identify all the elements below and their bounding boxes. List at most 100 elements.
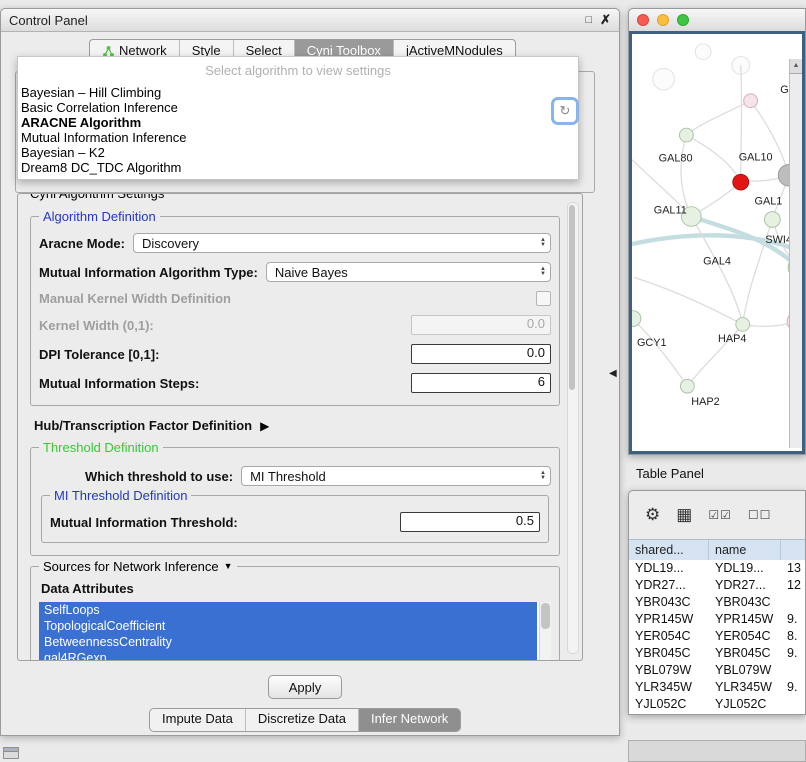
settings-scrollbar[interactable]	[567, 202, 579, 654]
network-edge[interactable]	[741, 65, 742, 182]
network-edge[interactable]	[633, 319, 687, 387]
tab-discretize-data[interactable]: Discretize Data	[246, 709, 359, 731]
network-edge[interactable]	[634, 277, 743, 324]
table-row[interactable]: YLR345WYLR345W9.	[629, 679, 805, 696]
table-cell: YLR345W	[709, 679, 781, 696]
hub-definition-expander[interactable]: Hub/Transcription Factor Definition ▶	[34, 418, 556, 433]
network-node[interactable]	[764, 212, 780, 228]
table-cell: 13	[781, 560, 805, 577]
network-node[interactable]	[736, 318, 750, 332]
mi-algorithm-type-select[interactable]: Naive Bayes ▲▼	[266, 262, 551, 282]
combo-arrows-icon: ▲▼	[534, 238, 546, 248]
columns-icon[interactable]: ▦	[676, 505, 692, 525]
tab-label: Discretize Data	[258, 711, 346, 726]
table-cell: YDR27...	[709, 577, 781, 594]
network-edge[interactable]	[751, 101, 790, 176]
combo-value: MI Threshold	[250, 469, 326, 484]
sources-group: Sources for Network Inference ▼ Data Att…	[30, 566, 560, 661]
table-row[interactable]: YJL052CYJL052C	[629, 696, 805, 713]
panel-collapse-arrow-icon[interactable]: ◀	[609, 368, 617, 379]
table-cell: 9.	[781, 679, 805, 696]
network-node-faint[interactable]	[653, 68, 675, 90]
network-node[interactable]	[632, 311, 641, 327]
table-toolbar: ⚙ ▦ ☑☑ ☐☐	[629, 491, 805, 539]
node-label: GAL1	[755, 196, 783, 208]
data-attribute-item[interactable]: SelfLoops	[39, 602, 537, 618]
mi-steps-input[interactable]: 6	[411, 373, 551, 393]
refresh-algorithms-button[interactable]: ↻	[551, 97, 579, 125]
table-row[interactable]: YER054CYER054C8.	[629, 628, 805, 645]
table-row[interactable]: YDL19...YDL19...13	[629, 560, 805, 577]
apply-button-label: Apply	[289, 680, 322, 695]
algorithm-option[interactable]: ARACNE Algorithm	[18, 115, 578, 130]
manual-kernel-width-checkbox[interactable]	[536, 291, 551, 306]
select-all-icon[interactable]: ☑☑	[708, 508, 732, 522]
column-header-shared-name[interactable]: shared...	[629, 540, 709, 561]
close-window-icon[interactable]: ✗	[600, 12, 611, 28]
deselect-all-icon[interactable]: ☐☐	[748, 508, 772, 522]
mi-threshold-definition-group: MI Threshold Definition Mutual Informati…	[41, 495, 549, 543]
algorithm-definition-title: Algorithm Definition	[39, 209, 160, 224]
table-cell: YER054C	[709, 628, 781, 645]
algorithm-option[interactable]: Bayesian – K2	[18, 145, 578, 160]
table-row[interactable]: YBL079WYBL079W	[629, 662, 805, 679]
close-button[interactable]	[637, 14, 649, 26]
table-cell: YER054C	[629, 628, 709, 645]
algorithm-option[interactable]: Dream8 DC_TDC Algorithm	[18, 160, 578, 175]
tab-label: Impute Data	[162, 711, 233, 726]
kernel-width-input[interactable]: 0.0	[411, 315, 551, 335]
table-row[interactable]: YDR27...YDR27...12	[629, 577, 805, 594]
node-label: GAL4	[703, 256, 731, 268]
network-canvas[interactable]: GALGAL80GAL10GAL11GAL1SWI4GAL4GCY1HAP4HA…	[629, 31, 805, 454]
which-threshold-select[interactable]: MI Threshold ▲▼	[241, 466, 551, 486]
table-row[interactable]: YBR043CYBR043C	[629, 594, 805, 611]
table-row[interactable]: YPR145WYPR145W9.	[629, 611, 805, 628]
node-label: GAL11	[654, 205, 687, 217]
column-header-name[interactable]: name	[709, 540, 781, 561]
network-node[interactable]	[733, 174, 749, 190]
zoom-button[interactable]	[677, 14, 689, 26]
table-panel-window: ⚙ ▦ ☑☑ ☐☐ shared... name YDL19...YDL19..…	[628, 490, 806, 715]
network-node[interactable]	[679, 128, 693, 142]
mi-threshold-input[interactable]: 0.5	[400, 512, 540, 532]
threshold-definition-group: Threshold Definition Which threshold to …	[30, 447, 560, 556]
data-attributes-listbox: SelfLoopsTopologicalCoefficientBetweenne…	[39, 602, 551, 661]
tab-infer-network[interactable]: Infer Network	[359, 709, 460, 731]
data-attribute-item[interactable]: BetweennessCentrality	[39, 634, 537, 650]
attributes-scrollbar[interactable]	[539, 602, 551, 661]
gear-icon[interactable]: ⚙	[645, 505, 660, 525]
network-edge[interactable]	[686, 135, 740, 182]
tab-label: Infer Network	[371, 711, 448, 726]
network-node[interactable]	[680, 379, 694, 393]
dpi-tolerance-input[interactable]: 0.0	[411, 344, 551, 364]
data-attribute-item[interactable]: gal4RGexp	[39, 650, 537, 661]
table-cell: YBR043C	[709, 594, 781, 611]
collapse-arrow-icon: ▼	[224, 559, 233, 574]
algorithm-option[interactable]: Basic Correlation Inference	[18, 100, 578, 115]
aracne-mode-select[interactable]: Discovery ▲▼	[133, 233, 551, 253]
minimize-button[interactable]	[657, 14, 669, 26]
network-node-faint[interactable]	[695, 44, 711, 60]
apply-button[interactable]: Apply	[268, 675, 342, 699]
expander-arrow-icon: ▶	[260, 419, 269, 433]
tab-impute-data[interactable]: Impute Data	[150, 709, 246, 731]
docked-panel-icon[interactable]	[3, 747, 19, 759]
algorithm-option[interactable]: Mutual Information Inference	[18, 130, 578, 145]
combo-value: Discovery	[142, 236, 199, 251]
table-cell: YBR045C	[629, 645, 709, 662]
network-window-titlebar[interactable]	[629, 9, 805, 32]
network-scrollbar[interactable]: ▲	[789, 59, 802, 448]
control-panel-titlebar[interactable]: Control Panel □ ✗	[1, 9, 619, 32]
column-header-extra[interactable]	[781, 540, 805, 561]
combo-arrows-icon: ▲▼	[534, 471, 546, 481]
network-node[interactable]	[744, 94, 758, 108]
float-window-icon[interactable]: □	[585, 14, 592, 26]
table-row[interactable]: YBR045CYBR045C9.	[629, 645, 805, 662]
sources-group-title[interactable]: Sources for Network Inference ▼	[39, 559, 237, 574]
node-label: GCY1	[637, 337, 667, 349]
table-cell: 9.	[781, 611, 805, 628]
algorithm-option[interactable]: Bayesian – Hill Climbing	[18, 85, 578, 100]
refresh-icon: ↻	[560, 103, 571, 119]
scroll-up-icon[interactable]: ▲	[790, 59, 802, 74]
data-attribute-item[interactable]: TopologicalCoefficient	[39, 618, 537, 634]
